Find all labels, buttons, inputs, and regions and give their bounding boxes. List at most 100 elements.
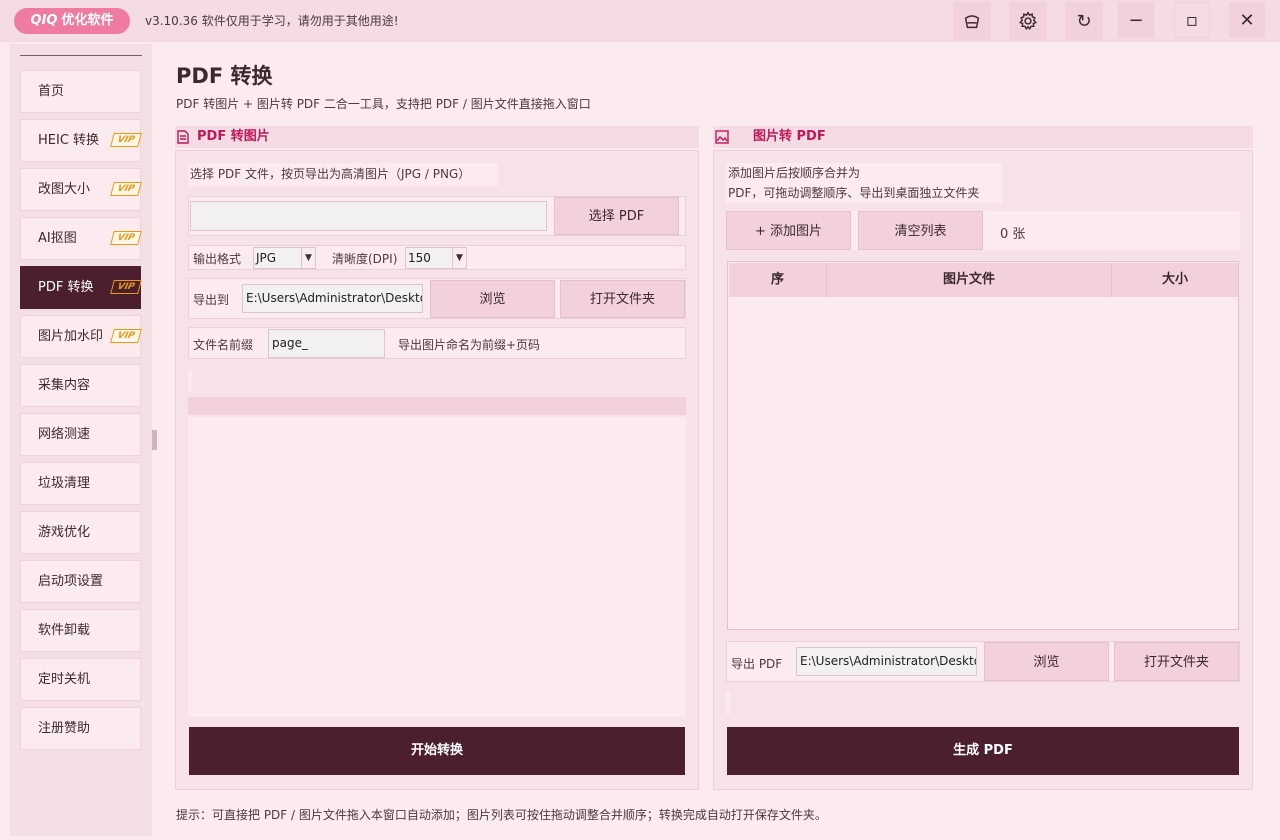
sidebar-resize-handle[interactable] bbox=[152, 430, 157, 450]
sidebar-item-home[interactable]: 首页 bbox=[20, 70, 141, 113]
dpi-value: 150 bbox=[408, 251, 431, 265]
sidebar-item-label: AI抠图 bbox=[38, 231, 77, 246]
document-icon bbox=[177, 130, 189, 144]
vip-badge: VIP bbox=[110, 231, 142, 245]
sidebar-item-label: PDF 转换 bbox=[38, 280, 94, 295]
refresh-button[interactable]: ↻ bbox=[1065, 2, 1103, 40]
clear-list-button[interactable]: 清空列表 bbox=[858, 211, 983, 250]
close-button[interactable]: ✕ bbox=[1229, 2, 1265, 38]
sidebar-item-sponsor[interactable]: 注册赞助 bbox=[20, 707, 141, 750]
sidebar-item-label: 网络测速 bbox=[38, 427, 91, 442]
progress-track bbox=[188, 370, 192, 392]
sidebar-item-resize[interactable]: 改图大小 VIP bbox=[20, 168, 142, 211]
sidebar-item-label: 启动项设置 bbox=[38, 574, 104, 589]
prefix-input[interactable]: page_ bbox=[268, 329, 385, 358]
vip-badge: VIP bbox=[110, 182, 142, 196]
pdf-to-image-title: PDF 转图片 bbox=[197, 129, 270, 144]
sidebar-item-shutdown[interactable]: 定时关机 bbox=[20, 658, 141, 701]
sidebar-item-heic[interactable]: HEIC 转换 VIP bbox=[20, 119, 142, 162]
pdf-export-label: 导出 PDF bbox=[731, 657, 783, 671]
maximize-button[interactable]: ▫ bbox=[1174, 2, 1210, 38]
description-line-1: 添加图片后按顺序合并为 bbox=[728, 166, 861, 180]
prefix-hint: 导出图片命名为前缀+页码 bbox=[398, 338, 541, 352]
description-line-2: PDF，可拖动调整顺序、导出到桌面独立文件夹 bbox=[728, 186, 980, 200]
app-logo: QIQ 优化软件 bbox=[14, 8, 130, 34]
log-header bbox=[188, 397, 686, 415]
refresh-icon: ↻ bbox=[1076, 10, 1092, 32]
browse-button[interactable]: 浏览 bbox=[430, 280, 555, 318]
choose-pdf-button[interactable]: 选择 PDF bbox=[554, 197, 679, 235]
sidebar-item-collect[interactable]: 采集内容 bbox=[20, 364, 141, 407]
title-bar: QIQ 优化软件 v3.10.36 软件仅用于学习，请勿用于其他用途! ↻ − ▫… bbox=[0, 0, 1280, 42]
vip-badge: VIP bbox=[110, 280, 142, 294]
sidebar-item-pdf[interactable]: PDF 转换 VIP bbox=[20, 266, 142, 309]
sidebar-item-label: 改图大小 bbox=[38, 182, 91, 197]
footer-tip: 提示：可直接把 PDF / 图片文件拖入本窗口自动添加；图片列表可按住拖动调整合… bbox=[176, 808, 827, 822]
image-count: 0 张 bbox=[1000, 227, 1026, 242]
version-text: v3.10.36 软件仅用于学习，请勿用于其他用途! bbox=[145, 14, 399, 28]
sidebar-item-label: 图片加水印 bbox=[38, 329, 104, 344]
table-header-index[interactable]: 序 bbox=[729, 263, 827, 297]
log-area bbox=[188, 417, 686, 717]
dpi-select[interactable]: 150 ▼ bbox=[405, 247, 467, 269]
chevron-down-icon: ▼ bbox=[301, 248, 315, 268]
minimize-button[interactable]: − bbox=[1118, 2, 1154, 38]
dpi-label: 清晰度(DPI) bbox=[332, 252, 398, 266]
table-header-file[interactable]: 图片文件 bbox=[827, 263, 1112, 297]
page-subtitle: PDF 转图片 + 图片转 PDF 二合一工具，支持把 PDF / 图片文件直接… bbox=[176, 97, 591, 111]
export-path-input[interactable]: E:\Users\Administrator\Desktop bbox=[242, 284, 423, 313]
sidebar-item-label: 游戏优化 bbox=[38, 525, 91, 540]
sidebar-item-game[interactable]: 游戏优化 bbox=[20, 511, 141, 554]
image-to-pdf-title: 图片转 PDF bbox=[753, 129, 826, 144]
sidebar-item-uninstall[interactable]: 软件卸载 bbox=[20, 609, 141, 652]
pdf-progress-track bbox=[726, 692, 730, 714]
sidebar-item-label: HEIC 转换 bbox=[38, 133, 100, 148]
sidebar-item-ai-cutout[interactable]: AI抠图 VIP bbox=[20, 217, 142, 260]
format-label: 输出格式 bbox=[193, 252, 242, 266]
image-to-pdf-header: 图片转 PDF bbox=[713, 126, 1253, 148]
sidebar-item-startup[interactable]: 启动项设置 bbox=[20, 560, 141, 603]
format-select[interactable]: JPG ▼ bbox=[253, 247, 316, 269]
sidebar-item-label: 垃圾清理 bbox=[38, 476, 91, 491]
maximize-icon: ▫ bbox=[1185, 9, 1199, 31]
hat-icon bbox=[964, 15, 980, 29]
generate-pdf-button[interactable]: 生成 PDF bbox=[727, 727, 1239, 775]
export-label: 导出到 bbox=[193, 293, 230, 307]
minimize-icon: − bbox=[1128, 9, 1144, 31]
skin-button[interactable] bbox=[953, 2, 991, 40]
sidebar-item-label: 首页 bbox=[38, 84, 65, 99]
chevron-down-icon: ▼ bbox=[452, 248, 466, 268]
pdf-to-image-header: PDF 转图片 bbox=[175, 126, 699, 148]
sidebar-item-watermark[interactable]: 图片加水印 VIP bbox=[20, 315, 142, 358]
image-to-pdf-description: 添加图片后按顺序合并为 PDF，可拖动调整顺序、导出到桌面独立文件夹 bbox=[726, 163, 1002, 203]
logo-brand: QIQ bbox=[30, 13, 58, 28]
image-icon bbox=[715, 130, 729, 144]
settings-button[interactable] bbox=[1009, 2, 1047, 40]
open-folder-button[interactable]: 打开文件夹 bbox=[560, 280, 685, 318]
prefix-label: 文件名前缀 bbox=[193, 338, 254, 352]
pdf-file-input[interactable] bbox=[190, 201, 547, 231]
logo-name: 优化软件 bbox=[61, 13, 114, 28]
image-table[interactable] bbox=[727, 261, 1239, 630]
add-image-button[interactable]: + 添加图片 bbox=[726, 211, 851, 250]
sidebar-item-label: 注册赞助 bbox=[38, 721, 91, 736]
close-icon: ✕ bbox=[1239, 9, 1255, 31]
pdf-open-folder-button[interactable]: 打开文件夹 bbox=[1114, 642, 1239, 681]
format-value: JPG bbox=[256, 251, 277, 265]
gear-icon bbox=[1018, 11, 1038, 31]
sidebar-divider bbox=[20, 55, 142, 56]
page-title: PDF 转换 bbox=[176, 64, 273, 88]
table-header-size[interactable]: 大小 bbox=[1112, 263, 1238, 297]
pdf-to-image-description: 选择 PDF 文件，按页导出为高清图片（JPG / PNG） bbox=[188, 163, 498, 186]
sidebar-item-label: 软件卸载 bbox=[38, 623, 91, 638]
sidebar-item-speedtest[interactable]: 网络测速 bbox=[20, 413, 141, 456]
pdf-browse-button[interactable]: 浏览 bbox=[984, 642, 1109, 681]
sidebar-item-label: 采集内容 bbox=[38, 378, 91, 393]
sidebar-item-label: 定时关机 bbox=[38, 672, 91, 687]
sidebar-item-cleanup[interactable]: 垃圾清理 bbox=[20, 462, 141, 505]
start-convert-button[interactable]: 开始转换 bbox=[189, 727, 685, 775]
vip-badge: VIP bbox=[110, 133, 142, 147]
sidebar: 首页 HEIC 转换 VIP 改图大小 VIP AI抠图 VIP PDF 转换 VIP … bbox=[10, 44, 152, 836]
pdf-export-path-input[interactable]: E:\Users\Administrator\Desktop bbox=[796, 647, 977, 676]
vip-badge: VIP bbox=[110, 329, 142, 343]
